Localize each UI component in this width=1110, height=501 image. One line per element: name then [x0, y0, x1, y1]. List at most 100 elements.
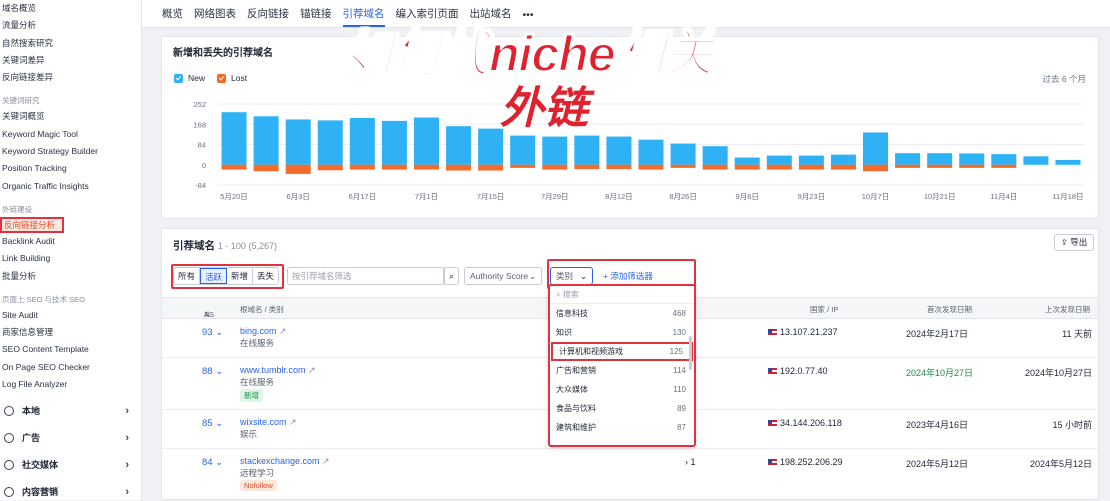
- sidebar-item[interactable]: 自然搜索研究: [0, 35, 141, 52]
- as-score[interactable]: 93 ⌄: [202, 327, 223, 338]
- sidebar-item[interactable]: Log File Analyzer: [0, 376, 141, 393]
- domain-link[interactable]: stackexchange.com ↗: [240, 456, 330, 467]
- dropdown-option[interactable]: 建筑和维护 87: [550, 418, 694, 437]
- sidebar-item[interactable]: 关键词概览: [0, 108, 141, 125]
- dropdown-options: 信息科技 468 知识 130 计算机和视频游戏 125 广告和营销 114 大众媒体 110 食品…: [550, 304, 694, 437]
- tab-item[interactable]: 编入索引页面: [396, 6, 459, 27]
- as-score[interactable]: 84 ⌄: [202, 457, 223, 468]
- sidebar-item[interactable]: Site Audit: [0, 307, 141, 324]
- header-country[interactable]: 国家 / IP: [810, 304, 838, 315]
- domain-link[interactable]: bing.com ↗: [240, 326, 287, 337]
- chevron-right-icon: ›: [125, 431, 129, 444]
- x-tick-label: 7月15日: [477, 192, 505, 201]
- external-link-icon: ↗: [305, 365, 316, 375]
- dropdown-option[interactable]: 信息科技 468: [550, 304, 694, 323]
- dropdown-option[interactable]: 广告和营销 114: [550, 361, 694, 380]
- bar-new: [670, 143, 696, 165]
- dropdown-scrollbar[interactable]: [689, 336, 692, 370]
- sidebar: 域名概览 流量分析 自然搜索研究 关键词差异 反向链接差异 关键词研究 关键词概览 Key…: [0, 0, 142, 500]
- export-button[interactable]: ⇪ 导出: [1054, 234, 1094, 251]
- tab-item[interactable]: 引荐域名: [342, 6, 385, 27]
- bar-new: [959, 153, 985, 165]
- sidebar-item[interactable]: SEO Content Template: [0, 341, 141, 358]
- domain-name: wixsite.com: [240, 417, 287, 427]
- dropdown-option[interactable]: 大众媒体 110: [550, 380, 694, 399]
- sidebar-group[interactable]: 社交媒体 ›: [0, 451, 141, 478]
- x-tick-label: 8月12日: [605, 192, 633, 201]
- x-tick-label: 9月6日: [736, 192, 759, 201]
- sidebar-item[interactable]: 批量分析: [0, 268, 141, 285]
- us-flag-icon: [768, 459, 777, 465]
- sidebar-item[interactable]: Keyword Magic Tool: [0, 126, 141, 143]
- sidebar-item[interactable]: On Page SEO Checker: [0, 359, 141, 376]
- bar-lost: [991, 164, 1017, 168]
- chevron-down-icon: ⌄: [212, 457, 224, 468]
- tab-item[interactable]: 概览: [162, 6, 183, 27]
- chevron-down-icon: ⌄: [212, 366, 224, 377]
- tab-item[interactable]: 锚链接: [300, 6, 332, 27]
- dropdown-option[interactable]: 食品与饮料 89: [550, 399, 694, 418]
- tab-item[interactable]: 出站域名: [470, 6, 512, 27]
- search-icon[interactable]: ⌕: [444, 267, 459, 285]
- domain-name: stackexchange.com: [240, 456, 320, 466]
- chevron-down-icon: ⌄: [528, 271, 536, 281]
- bar-new: [991, 154, 1017, 165]
- sidebar-group-label: 本地: [22, 406, 41, 417]
- bar-lost: [349, 164, 375, 170]
- header-last-seen[interactable]: 上次发现日期: [1045, 304, 1090, 315]
- sidebar-item[interactable]: 反向链接差异: [0, 69, 141, 86]
- sidebar-item[interactable]: 关键词差异: [0, 52, 141, 69]
- sidebar-item[interactable]: Backlink Audit: [0, 233, 141, 250]
- domain-category: 远程学习: [240, 468, 275, 478]
- us-flag-icon: [768, 420, 777, 426]
- sidebar-item[interactable]: Position Tracking: [0, 160, 141, 177]
- dropdown-option[interactable]: 知识 130: [550, 323, 694, 342]
- sidebar-group[interactable]: 广告 ›: [0, 424, 141, 451]
- edit-icon: [4, 486, 14, 497]
- bar-new: [830, 154, 856, 165]
- option-label: 信息科技: [556, 309, 588, 318]
- dropdown-option[interactable]: 计算机和视频游戏 125: [551, 342, 693, 361]
- sidebar-group[interactable]: 内容营销 ›: [0, 478, 141, 500]
- sidebar-item[interactable]: 商家信息管理: [0, 324, 141, 341]
- sidebar-group-label: 广告: [22, 433, 41, 444]
- table-title-text: 引荐域名: [173, 240, 215, 252]
- first-seen: 2024年5月12日: [906, 459, 969, 469]
- sidebar-item[interactable]: Organic Traffic Insights: [0, 178, 141, 195]
- sidebar-group[interactable]: 本地 ›: [0, 397, 141, 424]
- tab-item[interactable]: •••: [523, 9, 534, 27]
- as-score[interactable]: 88 ⌄: [202, 366, 223, 377]
- authority-score-dropdown[interactable]: Authority Score ⌄: [464, 267, 542, 285]
- sidebar-item[interactable]: Keyword Strategy Builder: [0, 143, 141, 160]
- authority-score-label: Authority Score: [470, 271, 529, 281]
- referring-domains-card: 引荐域名 1 - 100 (5,267) ⇪ 导出 所有 活跃 新增 丢失 按引荐域名…: [161, 228, 1099, 501]
- us-flag-icon: [768, 329, 777, 335]
- header-first-seen[interactable]: 首次发现日期: [927, 304, 972, 315]
- option-label: 建筑和维护: [556, 423, 596, 432]
- bar-lost: [510, 164, 536, 168]
- bar-lost: [959, 164, 985, 168]
- domain-link[interactable]: wixsite.com ↗: [240, 417, 297, 428]
- option-count: 125: [669, 347, 683, 356]
- domain-filter-input[interactable]: 按引荐域名筛选: [287, 267, 444, 285]
- sidebar-item[interactable]: Link Building: [0, 250, 141, 267]
- header-domain[interactable]: 根域名 / 类别: [240, 304, 284, 315]
- dropdown-search[interactable]: ⌕ 搜索: [550, 286, 694, 304]
- as-score[interactable]: 85 ⌄: [202, 418, 223, 429]
- bar-new: [702, 146, 728, 165]
- domain-link[interactable]: www.tumblr.com ↗: [240, 365, 316, 376]
- backlinks-count[interactable]: › 1: [685, 457, 696, 467]
- bar-lost: [798, 164, 824, 170]
- tab-item[interactable]: 网络图表: [194, 6, 236, 27]
- ip-address: 198.252.206.29: [768, 457, 843, 467]
- bar-new: [1055, 159, 1081, 165]
- domain-name: bing.com: [240, 326, 277, 336]
- bar-lost: [830, 164, 856, 170]
- sidebar-item[interactable]: 流量分析: [0, 17, 141, 34]
- bar-new: [253, 116, 279, 165]
- option-label: 计算机和视频游戏: [559, 347, 623, 356]
- sidebar-item[interactable]: 域名概览: [0, 0, 141, 17]
- sidebar-item[interactable]: 反向链接分析: [0, 216, 64, 233]
- tab-item[interactable]: 反向链接: [247, 6, 289, 27]
- option-count: 89: [677, 404, 686, 413]
